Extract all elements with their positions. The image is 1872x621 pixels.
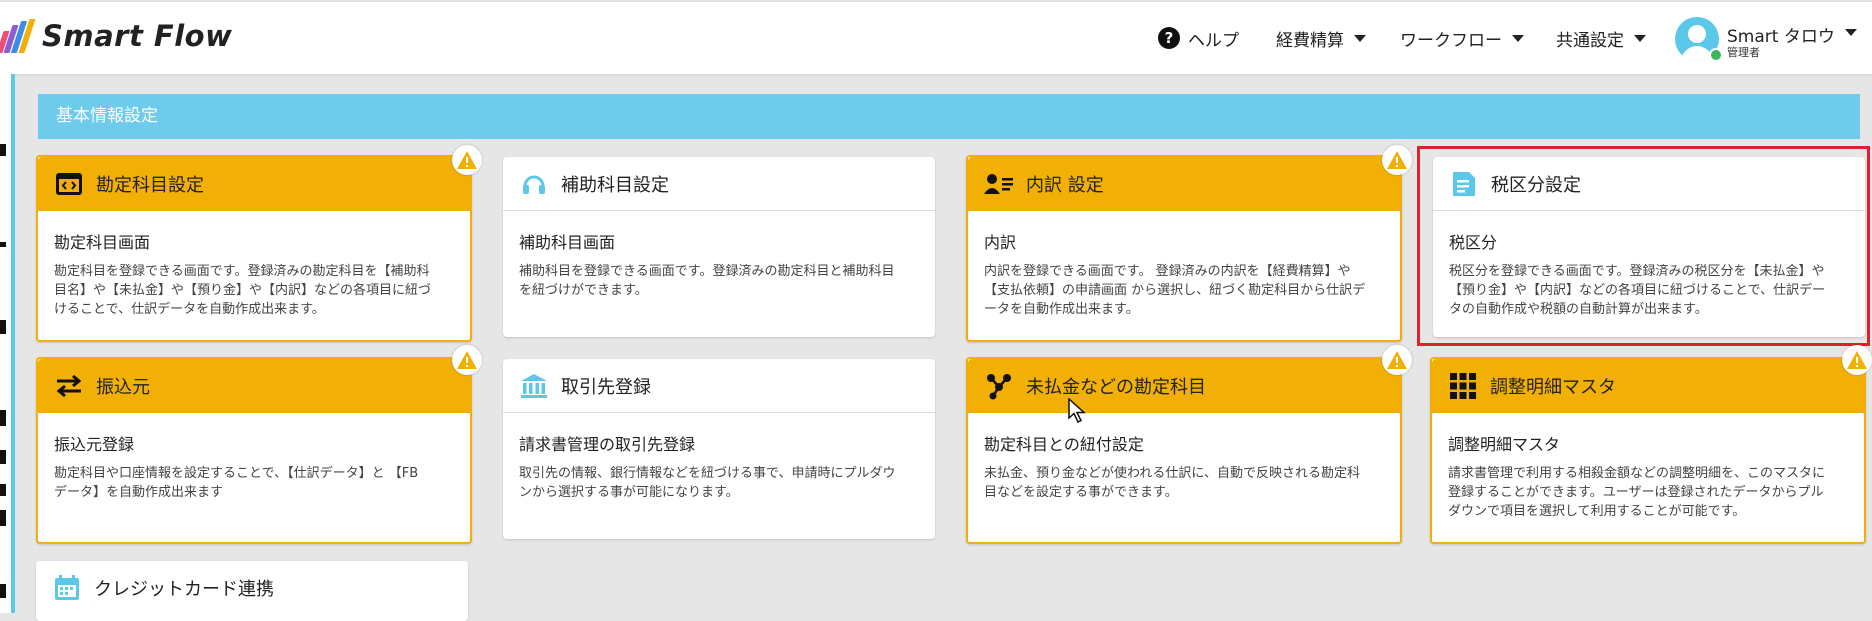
card-description: 補助科目を登録できる画面です。登録済みの勘定科目と補助科目 を紐づけができます。 — [519, 264, 895, 298]
card-description: 取引先の情報、銀行情報などを紐づける事で、申請時にプルダウ ンから選択する事が可能… — [519, 466, 896, 500]
card-title: 未払金などの勘定科目 — [1026, 377, 1206, 398]
sidebar-edge — [11, 74, 15, 613]
card-subtitle: 補助科目画面 — [519, 233, 616, 252]
card-title: 調整明細マスタ — [1490, 377, 1616, 398]
chevron-down-icon — [1634, 34, 1646, 42]
card-description: 税区分を登録できる画面です。登録済みの税区分を【未払金】や 【預り金】や【内訳】な… — [1449, 264, 1826, 317]
app-logo[interactable]: Smart Flow — [0, 14, 232, 58]
user-list-icon — [984, 169, 1014, 199]
card-subtitle: 税区分 — [1449, 233, 1498, 252]
card-subtitle: 請求書管理の取引先登録 — [519, 435, 696, 454]
top-header: Smart Flow ? ヘルプ 経費精算 ワークフロー 共通設定 Smart … — [0, 0, 1872, 74]
mouse-cursor-icon — [1068, 397, 1086, 428]
sidebar — [0, 74, 11, 613]
user-menu-chevron-icon[interactable] — [1845, 29, 1857, 36]
card-description: 請求書管理で利用する相殺金額などの調整明細を、このマスタに 登録することができます… — [1448, 466, 1826, 519]
grid-icon — [1448, 371, 1478, 401]
card-tax-category-settings[interactable]: 税区分設定 税区分 税区分を登録できる画面です。登録済みの税区分を【未払金】や【… — [1433, 157, 1865, 337]
chevron-down-icon — [1512, 34, 1524, 42]
card-transfer-source[interactable]: 振込元 振込元登録 勘定科目や口座情報を設定することで、【仕訳データ】と 【FB… — [36, 357, 472, 544]
card-title: 振込元 — [96, 377, 150, 398]
document-icon — [1449, 169, 1479, 199]
nav-common-label: 共通設定 — [1556, 30, 1624, 51]
card-credit-card-integration[interactable]: クレジットカード連携 — [36, 561, 468, 621]
network-nodes-icon — [984, 371, 1014, 401]
card-title: 内訳 設定 — [1026, 175, 1104, 196]
card-subtitle: 調整明細マスタ — [1448, 435, 1561, 454]
card-subtitle: 内訳 — [984, 233, 1017, 252]
card-subtitle: 勘定科目画面 — [54, 233, 151, 252]
code-window-icon — [54, 169, 84, 199]
card-title: 税区分設定 — [1491, 174, 1581, 196]
warning-icon — [452, 145, 482, 175]
logo-mark-icon — [0, 19, 36, 53]
nav-workflow-label: ワークフロー — [1400, 30, 1502, 51]
bank-icon — [519, 371, 549, 401]
nav-expense-label: 経費精算 — [1276, 30, 1344, 51]
warning-icon — [1842, 345, 1872, 375]
nav-help[interactable]: ? ヘルプ — [1158, 2, 1239, 74]
card-breakdown-settings[interactable]: 内訳 設定 内訳 内訳を登録できる画面です。 登録済みの内訳を【経費精算】や 【支… — [966, 155, 1402, 342]
nav-expense-menu[interactable]: 経費精算 — [1276, 2, 1366, 74]
card-title: クレジットカード連携 — [94, 579, 274, 600]
card-description: 勘定科目や口座情報を設定することで、【仕訳データ】と 【FB データ】を自動作成出… — [54, 466, 419, 500]
card-description: 未払金、預り金などが使われる仕訳に、自動で反映される勘定科 目などを設定する事がで… — [984, 466, 1360, 500]
help-icon: ? — [1158, 27, 1180, 49]
online-status-icon — [1709, 48, 1723, 62]
chevron-down-icon — [1354, 34, 1366, 42]
card-description: 内訳を登録できる画面です。 登録済みの内訳を【経費精算】や 【支払依頼】の申請画面… — [984, 264, 1366, 317]
section-title: 基本情報設定 — [38, 94, 1860, 139]
warning-icon — [452, 345, 482, 375]
card-adjustment-master[interactable]: 調整明細マスタ 調整明細マスタ 請求書管理で利用する相殺金額などの調整明細を、こ… — [1430, 357, 1866, 544]
logo-text: Smart Flow — [42, 19, 233, 53]
user-role: 管理者 — [1727, 46, 1760, 59]
card-subtitle: 勘定科目との紐付設定 — [984, 435, 1144, 454]
headset-icon — [519, 169, 549, 199]
nav-common-settings-menu[interactable]: 共通設定 — [1556, 2, 1646, 74]
warning-icon — [1382, 345, 1412, 375]
card-sub-account-settings[interactable]: 補助科目設定 補助科目画面 補助科目を登録できる画面です。登録済みの勘定科目と補… — [503, 157, 935, 337]
card-account-settings[interactable]: 勘定科目設定 勘定科目画面 勘定科目を登録できる画面です。登録済みの勘定科目を【… — [36, 155, 472, 342]
card-unpaid-accounts[interactable]: 未払金などの勘定科目 勘定科目との紐付設定 未払金、預り金などが使われる仕訳に、… — [966, 357, 1402, 544]
card-title: 勘定科目設定 — [96, 175, 204, 196]
card-supplier-registration[interactable]: 取引先登録 請求書管理の取引先登録 取引先の情報、銀行情報などを紐づける事で、申… — [503, 359, 935, 539]
nav-help-label: ヘルプ — [1188, 30, 1239, 51]
warning-icon — [1382, 145, 1412, 175]
card-title: 補助科目設定 — [561, 174, 669, 196]
nav-workflow-menu[interactable]: ワークフロー — [1400, 2, 1524, 74]
card-title: 取引先登録 — [561, 376, 651, 398]
card-description: 勘定科目を登録できる画面です。登録済みの勘定科目を【補助科 目名】や【未払金】や【… — [54, 264, 432, 317]
calendar-icon — [52, 573, 82, 603]
card-subtitle: 振込元登録 — [54, 435, 135, 454]
transfer-arrows-icon — [54, 371, 84, 401]
